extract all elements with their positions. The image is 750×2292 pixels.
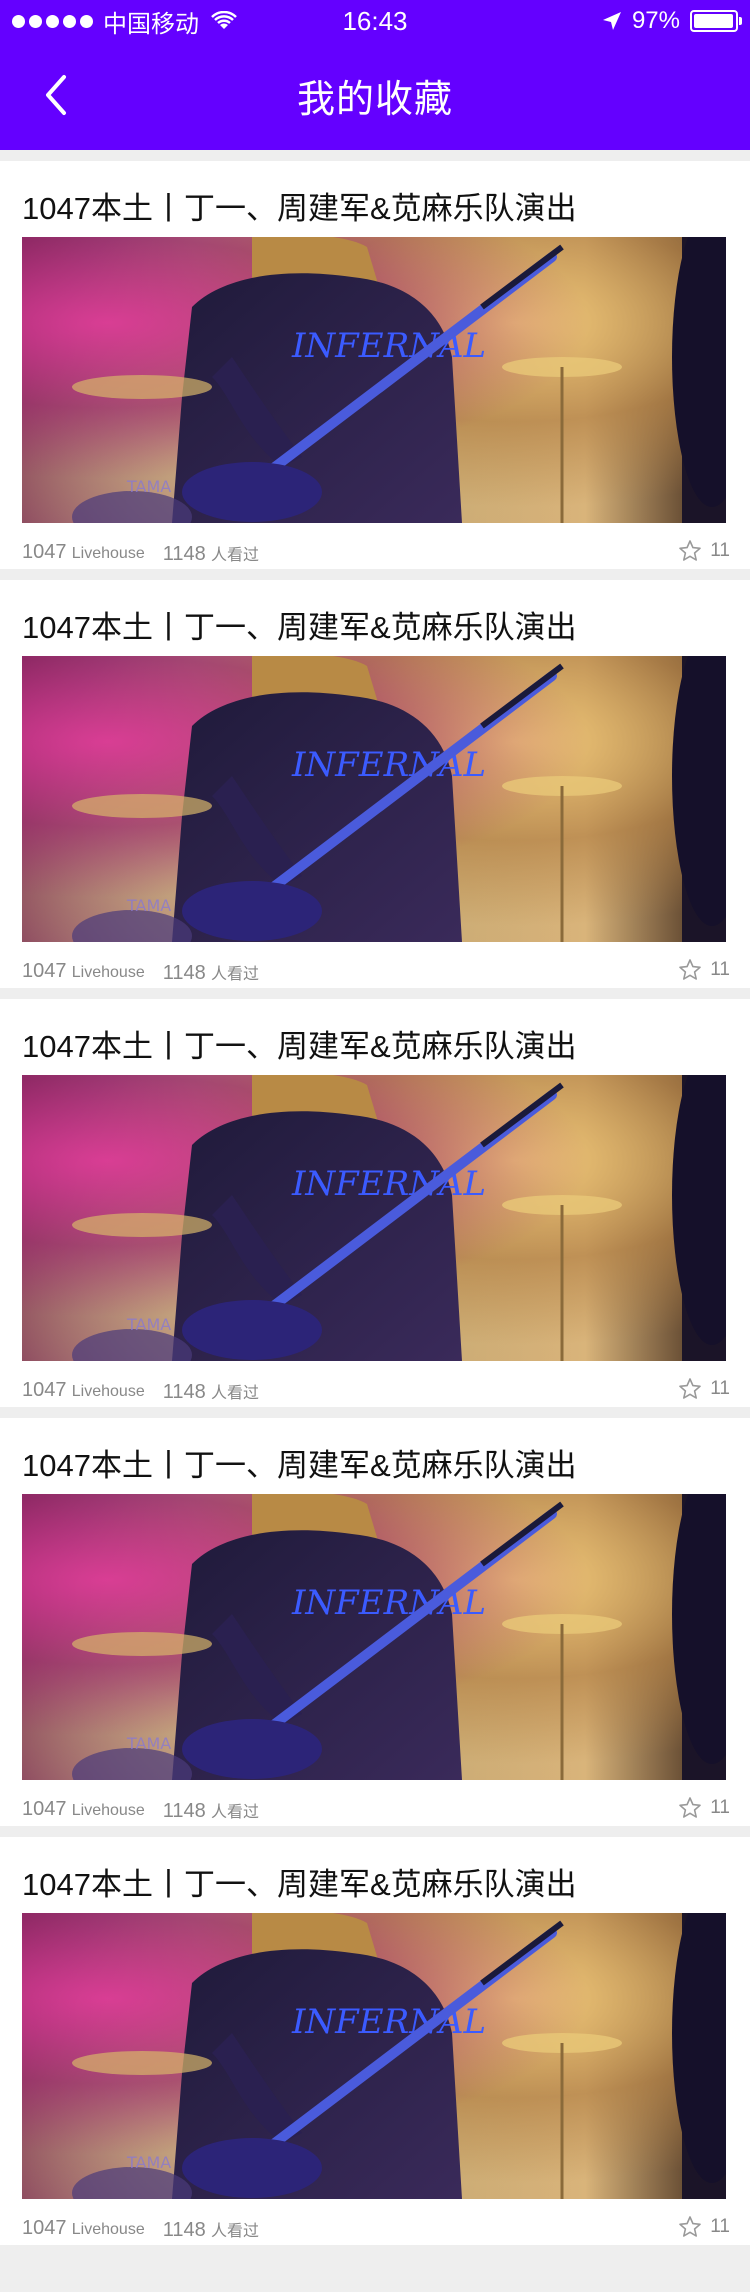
venue-label: 1047 Livehouse [22, 541, 145, 566]
view-count: 1148 人看过 [163, 1379, 259, 1404]
favorite-button[interactable]: 11 [678, 1377, 730, 1401]
view-count-number: 1148 [162, 543, 206, 565]
concert-photo: INFERNAL TAMA [72, 1494, 726, 1780]
card-meta: 1047 Livehouse 1148 人看过 [22, 960, 259, 985]
venue-number: 1047 [22, 541, 67, 563]
card-image[interactable]: INFERNAL TAMA [22, 656, 726, 942]
venue-label: 1047 Livehouse [22, 960, 145, 985]
status-right: 97% [602, 6, 742, 36]
card-title: 1047本土丨丁一、周建军&苋麻乐队演出 [22, 1029, 577, 1064]
svg-text:TAMA: TAMA [126, 2153, 171, 2172]
favorites-list: 1047本土丨丁一、周建军&苋麻乐队演出 INFERNAL TAMA 1047 … [0, 150, 750, 2245]
location-arrow-icon [602, 12, 621, 30]
favorite-count: 11 [710, 1797, 730, 1818]
favorite-count: 11 [710, 540, 730, 561]
svg-text:TAMA: TAMA [126, 896, 171, 915]
favorite-card[interactable]: 1047本土丨丁一、周建军&苋麻乐队演出 INFERNAL TAMA 1047 … [0, 580, 750, 988]
app-header: 中国移动 16:43 97% 我的收藏 [0, 0, 750, 150]
card-image[interactable]: INFERNAL TAMA [22, 1494, 726, 1780]
concert-photo: INFERNAL TAMA [72, 1075, 726, 1361]
favorite-button[interactable]: 11 [678, 539, 730, 563]
card-meta: 1047 Livehouse 1148 人看过 [22, 2217, 259, 2242]
favorite-count: 11 [710, 2216, 730, 2237]
card-title: 1047本土丨丁一、周建军&苋麻乐队演出 [22, 191, 577, 226]
venue-word: Livehouse [71, 964, 145, 981]
view-count: 1148 人看过 [163, 541, 259, 566]
battery-level-fill [694, 14, 733, 28]
view-count-number: 1148 [162, 2219, 206, 2241]
nav-bar: 我的收藏 [0, 40, 750, 150]
star-outline-icon [679, 1378, 702, 1399]
venue-number: 1047 [22, 1379, 67, 1401]
venue-label: 1047 Livehouse [22, 1379, 145, 1404]
favorite-card[interactable]: 1047本土丨丁一、周建军&苋麻乐队演出 INFERNAL TAMA 1047 … [0, 161, 750, 569]
card-title: 1047本土丨丁一、周建军&苋麻乐队演出 [22, 1448, 577, 1483]
svg-text:TAMA: TAMA [126, 477, 171, 496]
view-count: 1148 人看过 [163, 960, 259, 985]
view-count-number: 1148 [162, 962, 206, 984]
favorite-card[interactable]: 1047本土丨丁一、周建军&苋麻乐队演出 INFERNAL TAMA 1047 … [0, 999, 750, 1407]
venue-word: Livehouse [71, 2221, 145, 2238]
venue-number: 1047 [22, 960, 67, 982]
card-meta: 1047 Livehouse 1148 人看过 [22, 1798, 259, 1823]
concert-photo: INFERNAL TAMA [72, 237, 726, 523]
view-count-word: 人看过 [211, 1804, 260, 1821]
venue-word: Livehouse [71, 1802, 145, 1819]
venue-label: 1047 Livehouse [22, 1798, 145, 1823]
view-count-word: 人看过 [211, 1385, 260, 1402]
star-outline-icon [679, 1797, 702, 1818]
view-count: 1148 人看过 [163, 1798, 259, 1823]
favorite-card[interactable]: 1047本土丨丁一、周建军&苋麻乐队演出 INFERNAL TAMA 1047 … [0, 1837, 750, 2245]
card-title: 1047本土丨丁一、周建军&苋麻乐队演出 [22, 1867, 577, 1902]
card-meta: 1047 Livehouse 1148 人看过 [22, 1379, 259, 1404]
view-count-word: 人看过 [211, 547, 260, 564]
card-meta: 1047 Livehouse 1148 人看过 [22, 541, 259, 566]
star-outline-icon [679, 959, 702, 980]
favorite-count: 11 [710, 959, 730, 980]
card-title: 1047本土丨丁一、周建军&苋麻乐队演出 [22, 610, 577, 645]
concert-photo: INFERNAL TAMA [72, 656, 726, 942]
svg-text:TAMA: TAMA [126, 1734, 171, 1753]
status-bar: 中国移动 16:43 97% [0, 0, 750, 40]
favorite-button[interactable]: 11 [678, 958, 730, 982]
view-count-number: 1148 [162, 1381, 206, 1403]
star-outline-icon [679, 540, 702, 561]
card-image[interactable]: INFERNAL TAMA [22, 1913, 726, 2199]
battery-percent: 97% [631, 7, 680, 34]
view-count-number: 1148 [162, 1800, 206, 1822]
favorite-button[interactable]: 11 [678, 1796, 730, 1820]
concert-photo: INFERNAL TAMA [72, 1913, 726, 2199]
view-count-word: 人看过 [211, 966, 260, 983]
page-title: 我的收藏 [296, 79, 453, 121]
venue-label: 1047 Livehouse [22, 2217, 145, 2242]
svg-text:TAMA: TAMA [126, 1315, 171, 1334]
favorite-button[interactable]: 11 [678, 2215, 730, 2239]
card-image[interactable]: INFERNAL TAMA [22, 237, 726, 523]
venue-word: Livehouse [71, 1383, 145, 1400]
star-outline-icon [679, 2216, 702, 2237]
venue-number: 1047 [22, 1798, 67, 1820]
favorite-count: 11 [710, 1378, 730, 1399]
venue-word: Livehouse [71, 545, 145, 562]
view-count: 1148 人看过 [163, 2217, 259, 2242]
card-image[interactable]: INFERNAL TAMA [22, 1075, 726, 1361]
favorite-card[interactable]: 1047本土丨丁一、周建军&苋麻乐队演出 INFERNAL TAMA 1047 … [0, 1418, 750, 1826]
view-count-word: 人看过 [211, 2223, 260, 2240]
battery-icon [690, 10, 742, 32]
venue-number: 1047 [22, 2217, 67, 2239]
